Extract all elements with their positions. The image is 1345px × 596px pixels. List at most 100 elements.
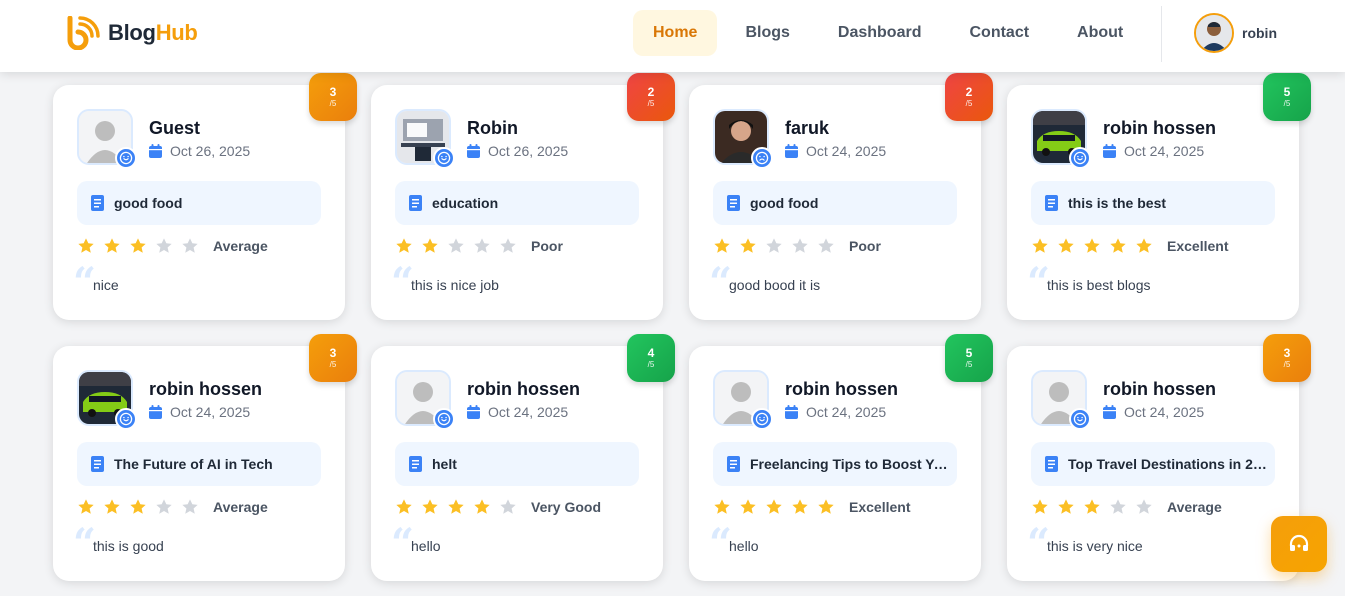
star-icon (818, 238, 834, 253)
user-name: robin (1242, 25, 1277, 41)
nav-about[interactable]: About (1057, 10, 1143, 56)
nav-blogs[interactable]: Blogs (725, 10, 809, 56)
reviewer-name[interactable]: faruk (785, 118, 829, 139)
blog-link[interactable]: Freelancing Tips to Boost Yo... (713, 442, 957, 486)
review-card[interactable]: 3/5 robin hossen Oct 24, 2025 Top Travel De… (1007, 334, 1311, 581)
calendar-icon (149, 144, 162, 158)
review-date-text: Oct 24, 2025 (806, 404, 887, 420)
star-rating: Excellent (1031, 237, 1228, 255)
calendar-icon (1103, 144, 1116, 158)
score-value: 3 (329, 85, 337, 99)
review-card[interactable]: 5/5 robin hossen Oct 24, 2025 this is the b… (1007, 73, 1311, 320)
star-icon (1110, 238, 1126, 253)
book-icon (409, 195, 422, 211)
book-icon (409, 456, 422, 472)
blog-link[interactable]: good food (713, 181, 957, 225)
review-card[interactable]: 2/5 Robin Oct 26, 2025 education Poor “this i… (371, 73, 675, 320)
star-icon (1032, 238, 1048, 253)
blog-link[interactable]: this is the best (1031, 181, 1275, 225)
star-icon (448, 499, 464, 514)
score-badge: 4/5 (627, 334, 675, 382)
rating-label: Very Good (531, 499, 602, 515)
star-icon (474, 238, 490, 253)
brand-logo[interactable]: BlogHub (66, 15, 198, 51)
reviewer-name[interactable]: robin hossen (785, 379, 898, 400)
review-date-text: Oct 24, 2025 (1124, 404, 1205, 420)
smile-icon (433, 408, 455, 430)
star-icon (1110, 499, 1126, 514)
review-card[interactable]: 3/5 Guest Oct 26, 2025 good food Average “nic… (53, 73, 357, 320)
blog-link[interactable]: The Future of AI in Tech (77, 442, 321, 486)
support-chat-button[interactable] (1271, 516, 1327, 572)
score-denominator: /5 (647, 360, 655, 369)
star-icon (1032, 499, 1048, 514)
blog-logo-icon (66, 15, 100, 51)
brand-name: BlogHub (108, 20, 198, 46)
blog-link[interactable]: Top Travel Destinations in 20... (1031, 442, 1275, 486)
star-icon (1084, 238, 1100, 253)
review-date: Oct 24, 2025 (1103, 143, 1204, 159)
headset-icon (1289, 534, 1309, 551)
nav-contact[interactable]: Contact (949, 10, 1049, 56)
reviewer-name[interactable]: robin hossen (149, 379, 262, 400)
blog-title: good food (750, 195, 819, 211)
nav-divider (1161, 6, 1162, 62)
book-icon (1045, 456, 1058, 472)
reviewer-name[interactable]: robin hossen (1103, 118, 1216, 139)
star-icon (156, 238, 172, 253)
reviewer-avatar-wrap (1031, 370, 1091, 430)
reviewer-name[interactable]: robin hossen (1103, 379, 1216, 400)
review-card[interactable]: 5/5 robin hossen Oct 24, 2025 Freelancing T… (689, 334, 993, 581)
review-comment: this is good (93, 538, 164, 554)
main-nav: Home Blogs Dashboard Contact About (633, 10, 1151, 56)
smile-icon (115, 147, 137, 169)
review-card[interactable]: 2/5 faruk Oct 24, 2025 good food Poor “good b… (689, 73, 993, 320)
calendar-icon (785, 405, 798, 419)
star-icon (104, 499, 120, 514)
calendar-icon (149, 405, 162, 419)
star-icon (422, 238, 438, 253)
star-icon (396, 499, 412, 514)
review-comment: nice (93, 277, 119, 293)
rating-label: Poor (849, 238, 881, 254)
review-date: Oct 24, 2025 (1103, 404, 1204, 420)
frown-icon (751, 147, 773, 169)
star-icon (182, 499, 198, 514)
nav-home[interactable]: Home (633, 10, 718, 56)
review-card[interactable]: 4/5 robin hossen Oct 24, 2025 helt Very Good… (371, 334, 675, 581)
user-avatar[interactable] (1194, 13, 1234, 53)
review-card[interactable]: 3/5 robin hossen Oct 24, 2025 The Future of… (53, 334, 357, 581)
rating-label: Average (213, 499, 268, 515)
reviewer-name[interactable]: robin hossen (467, 379, 580, 400)
reviewer-name[interactable]: Guest (149, 118, 200, 139)
brand-name-part1: Blog (108, 20, 156, 45)
reviewer-avatar-wrap (395, 109, 455, 169)
score-badge: 5/5 (945, 334, 993, 382)
score-denominator: /5 (329, 99, 337, 108)
star-icon (1084, 499, 1100, 514)
review-date: Oct 24, 2025 (149, 404, 250, 420)
blog-link[interactable]: education (395, 181, 639, 225)
star-icon (500, 499, 516, 514)
rating-label: Average (213, 238, 268, 254)
rating-label: Poor (531, 238, 563, 254)
blog-link[interactable]: good food (77, 181, 321, 225)
nav-dashboard[interactable]: Dashboard (818, 10, 942, 56)
score-denominator: /5 (329, 360, 337, 369)
star-icon (422, 499, 438, 514)
review-date-text: Oct 24, 2025 (1124, 143, 1205, 159)
star-icon (714, 499, 730, 514)
rating-label: Excellent (849, 499, 911, 515)
book-icon (91, 195, 104, 211)
blog-link[interactable]: helt (395, 442, 639, 486)
smile-icon (1069, 147, 1091, 169)
reviewer-name[interactable]: Robin (467, 118, 518, 139)
book-icon (91, 456, 104, 472)
user-menu[interactable]: robin (1194, 13, 1277, 53)
score-value: 4 (647, 346, 655, 360)
blog-title: this is the best (1068, 195, 1167, 211)
reviewer-avatar-wrap (713, 370, 773, 430)
star-icon (396, 238, 412, 253)
star-rating: Poor (713, 237, 881, 255)
reviewer-avatar-wrap (1031, 109, 1091, 169)
